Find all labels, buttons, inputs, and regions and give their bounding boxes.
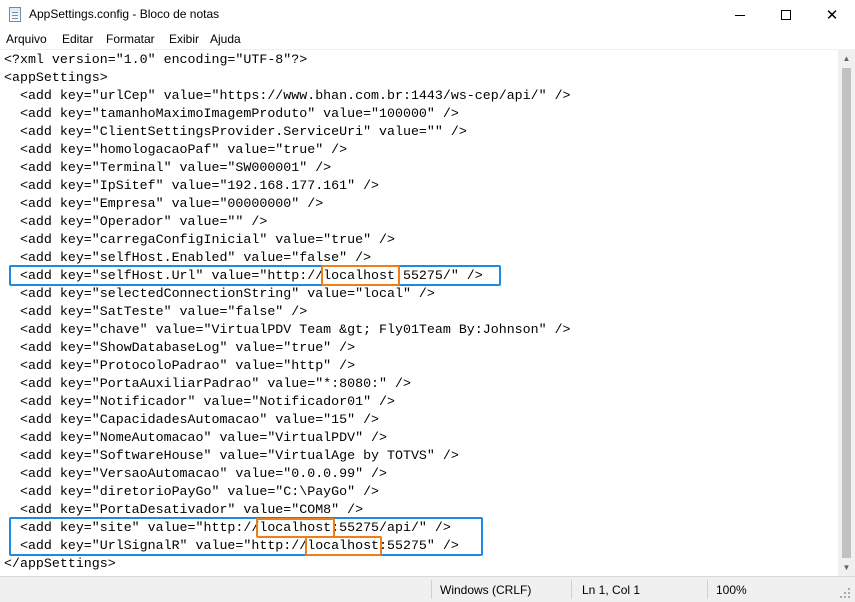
editor-content[interactable]: <?xml version="1.0" encoding="UTF-8"?> <a… bbox=[4, 51, 571, 573]
text-line[interactable]: <add key="Notificador" value="Notificado… bbox=[4, 393, 571, 411]
scroll-thumb[interactable] bbox=[842, 68, 851, 558]
text-line[interactable]: <add key="carregaConfigInicial" value="t… bbox=[4, 231, 571, 249]
close-button[interactable]: ✕ bbox=[809, 0, 855, 30]
text-line[interactable]: <add key="tamanhoMaximoImagemProduto" va… bbox=[4, 105, 571, 123]
text-line[interactable]: <add key="PortaDesativador" value="COM8"… bbox=[4, 501, 571, 519]
text-editor[interactable]: <?xml version="1.0" encoding="UTF-8"?> <a… bbox=[0, 50, 838, 576]
text-line[interactable]: <add key="chave" value="VirtualPDV Team … bbox=[4, 321, 571, 339]
scroll-down-icon[interactable]: ▼ bbox=[838, 559, 855, 576]
text-line[interactable]: <appSettings> bbox=[4, 69, 571, 87]
text-line[interactable]: <add key="ProtocoloPadrao" value="http" … bbox=[4, 357, 571, 375]
text-line[interactable]: <add key="selfHost.Url" value="http://lo… bbox=[4, 267, 571, 285]
text-line[interactable]: <add key="CapacidadesAutomacao" value="1… bbox=[4, 411, 571, 429]
menu-exibir[interactable]: Exibir bbox=[169, 32, 199, 46]
vertical-scrollbar[interactable]: ▲ ▼ bbox=[838, 50, 855, 576]
maximize-button[interactable] bbox=[763, 0, 809, 30]
scroll-up-icon[interactable]: ▲ bbox=[838, 50, 855, 67]
text-line[interactable]: <add key="ShowDatabaseLog" value="true" … bbox=[4, 339, 571, 357]
text-line[interactable]: <add key="site" value="http://localhost:… bbox=[4, 519, 571, 537]
text-line[interactable]: <add key="SatTeste" value="false" /> bbox=[4, 303, 571, 321]
status-divider bbox=[431, 580, 432, 599]
minimize-icon bbox=[735, 15, 745, 16]
text-line[interactable]: <add key="VersaoAutomacao" value="0.0.0.… bbox=[4, 465, 571, 483]
menu-bar: Arquivo Editar Formatar Exibir Ajuda bbox=[0, 30, 855, 49]
line-ending-status: Windows (CRLF) bbox=[440, 583, 532, 597]
text-line[interactable]: </appSettings> bbox=[4, 555, 571, 573]
text-line[interactable]: <add key="Terminal" value="SW000001" /> bbox=[4, 159, 571, 177]
menu-formatar[interactable]: Formatar bbox=[106, 32, 155, 46]
text-line[interactable]: <add key="diretorioPayGo" value="C:\PayG… bbox=[4, 483, 571, 501]
status-divider bbox=[707, 580, 708, 599]
text-line[interactable]: <add key="UrlSignalR" value="http://loca… bbox=[4, 537, 571, 555]
text-line[interactable]: <add key="PortaAuxiliarPadrao" value="*:… bbox=[4, 375, 571, 393]
close-icon: ✕ bbox=[825, 6, 839, 24]
menu-editar[interactable]: Editar bbox=[62, 32, 93, 46]
title-bar: AppSettings.config - Bloco de notas ✕ bbox=[0, 0, 855, 30]
minimize-button[interactable] bbox=[717, 0, 763, 30]
text-line[interactable]: <add key="NomeAutomacao" value="VirtualP… bbox=[4, 429, 571, 447]
zoom-status: 100% bbox=[716, 583, 747, 597]
status-divider bbox=[571, 580, 572, 599]
text-line[interactable]: <add key="SoftwareHouse" value="VirtualA… bbox=[4, 447, 571, 465]
text-line[interactable]: <add key="selectedConnectionString" valu… bbox=[4, 285, 571, 303]
text-line[interactable]: <?xml version="1.0" encoding="UTF-8"?> bbox=[4, 51, 571, 69]
window-title: AppSettings.config - Bloco de notas bbox=[29, 7, 220, 21]
text-line[interactable]: <add key="selfHost.Enabled" value="false… bbox=[4, 249, 571, 267]
text-line[interactable]: <add key="Empresa" value="00000000" /> bbox=[4, 195, 571, 213]
status-bar: Windows (CRLF) Ln 1, Col 1 100% bbox=[0, 576, 855, 602]
text-line[interactable]: <add key="ClientSettingsProvider.Service… bbox=[4, 123, 571, 141]
menu-arquivo[interactable]: Arquivo bbox=[6, 32, 47, 46]
cursor-position-status: Ln 1, Col 1 bbox=[582, 583, 641, 597]
resize-grip-icon[interactable] bbox=[840, 588, 852, 600]
text-line[interactable]: <add key="IpSitef" value="192.168.177.16… bbox=[4, 177, 571, 195]
menu-ajuda[interactable]: Ajuda bbox=[210, 32, 241, 46]
text-line[interactable]: <add key="homologacaoPaf" value="true" /… bbox=[4, 141, 571, 159]
notepad-icon bbox=[9, 7, 21, 22]
text-line[interactable]: <add key="Operador" value="" /> bbox=[4, 213, 571, 231]
maximize-icon bbox=[781, 10, 791, 20]
text-line[interactable]: <add key="urlCep" value="https://www.bha… bbox=[4, 87, 571, 105]
